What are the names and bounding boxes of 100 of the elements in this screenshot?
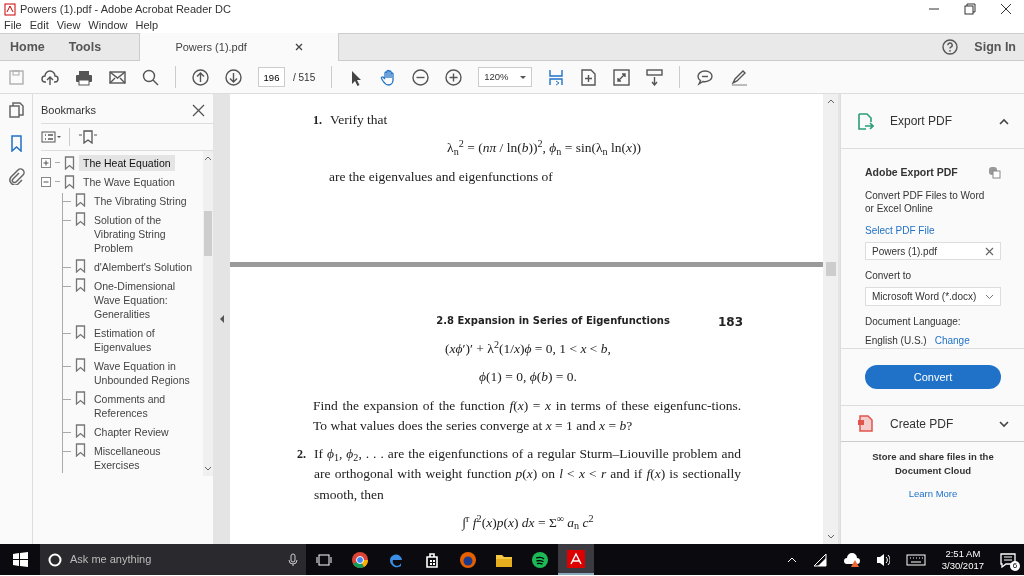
bookmark-icon [64, 155, 75, 170]
keyboard-icon[interactable] [905, 552, 926, 567]
bookmark-item[interactable]: One-Dimensional Wave Equation: Generalities [90, 277, 200, 322]
clock-time[interactable]: 2:51 AM [945, 547, 981, 560]
change-link[interactable]: Change [934, 333, 970, 348]
item-number: 2. [297, 446, 306, 463]
menu-item[interactable]: Window [88, 17, 128, 34]
page-number-field[interactable]: 196 [258, 67, 285, 87]
equation: (xϕ′)′ + λ$^{2}$(1/x)ϕ = 0, 1 < x < b, [445, 339, 611, 358]
section-heading: Adobe Export PDF [865, 165, 958, 180]
chrome-icon [351, 550, 369, 569]
speaker-icon[interactable] [875, 551, 890, 568]
bookmark-item[interactable]: Solution of the Vibrating String Problem [90, 211, 200, 256]
cloud-warning-icon[interactable] [842, 551, 860, 568]
bookmark-icon [75, 357, 86, 372]
pages-icon[interactable] [7, 102, 25, 119]
clock-date[interactable]: 3/30/2017 [941, 559, 984, 572]
create-pdf-icon [857, 415, 874, 432]
chevron-down-icon[interactable] [999, 420, 1009, 429]
nav-tab[interactable]: Home [0, 37, 59, 57]
zoom-in-icon[interactable] [445, 68, 463, 86]
equation: ϕ(1) = 0, ϕ(b) = 0. [479, 368, 577, 387]
task-view-icon[interactable] [316, 552, 332, 567]
help-icon[interactable] [942, 39, 959, 55]
firefox-icon [459, 550, 477, 569]
scrollbar-thumb[interactable] [204, 210, 212, 256]
expand-icon[interactable] [41, 157, 51, 168]
zoom-out-icon[interactable] [412, 68, 430, 86]
clear-icon[interactable] [985, 246, 994, 256]
microphone-icon[interactable] [288, 553, 298, 568]
bookmark-item[interactable]: Wave Equation in Unbounded Regions [90, 357, 200, 388]
notifications-icon[interactable] [1000, 552, 1016, 568]
bookmark-item[interactable]: The Vibrating String [90, 192, 200, 209]
ruler-arrow-icon[interactable] [646, 68, 664, 86]
pen-icon[interactable] [730, 68, 749, 86]
page-number: 183 [717, 314, 743, 331]
learn-more-link[interactable]: Learn More [908, 486, 958, 501]
chevron-up-icon[interactable] [999, 117, 1009, 126]
bookmark-icon [75, 390, 86, 405]
caret-up-icon[interactable] [786, 555, 797, 564]
close-icon[interactable] [294, 43, 303, 51]
scroll-down-icon[interactable] [204, 465, 212, 472]
paragraph: are the eigenvalues and eigenfunctions of [329, 167, 554, 186]
bookmark-item[interactable]: Comments and References [90, 390, 200, 421]
paperclip-icon[interactable] [7, 168, 25, 185]
zoom-dropdown[interactable]: 120% [478, 67, 533, 87]
comment-icon[interactable] [696, 68, 715, 86]
page-count: / 515 [293, 70, 316, 85]
shopping-bag-icon [423, 550, 441, 569]
panel-title[interactable]: Export PDF [890, 112, 952, 130]
description: Convert PDF Files to Word or Excel Online [865, 188, 986, 215]
taskbar-app[interactable] [558, 544, 594, 575]
convert-button[interactable]: Convert [865, 365, 1001, 389]
bookmark-expand-icon[interactable] [78, 128, 98, 145]
page-layout-icon[interactable] [548, 68, 565, 86]
exercise-text: Verify that [330, 111, 388, 129]
paragraph: Find the expansion of the function f(x) = x in terms of these eigenfunc-tions. To what values does the series converge at x = 1 and x = b? [313, 396, 741, 435]
menu-item[interactable]: View [56, 17, 81, 34]
bookmark-item[interactable]: The Heat Equation [79, 154, 175, 171]
bookmark-item[interactable]: Estimation of Eigenvalues [90, 324, 200, 355]
pdf-file-icon [4, 2, 16, 16]
sign-in-link[interactable]: Sign In [974, 37, 1016, 57]
mail-icon[interactable] [109, 68, 126, 86]
menu-item[interactable]: Help [135, 17, 159, 34]
bookmark-item[interactable]: Chapter Review [90, 423, 200, 440]
search-field[interactable]: Ask me anything [40, 544, 306, 575]
panel-title[interactable]: Create PDF [890, 414, 954, 433]
cloud-upload-icon[interactable] [41, 68, 59, 86]
file-field[interactable]: Powers (1).pdf [865, 241, 1001, 261]
close-icon[interactable] [1000, 3, 1012, 15]
scrollbar-thumb[interactable] [825, 262, 836, 276]
document-tab[interactable]: Powers (1).pdf [139, 33, 340, 61]
nav-tab[interactable]: Tools [58, 37, 116, 57]
cloud-message: Store and share files in the Document Cloud [871, 450, 995, 479]
full-screen-icon[interactable] [613, 68, 631, 86]
close-icon[interactable] [192, 103, 205, 117]
search-icon[interactable] [142, 68, 159, 86]
bookmark-item[interactable]: Miscellaneous Exercises [90, 442, 200, 473]
bookmark-item[interactable]: The Wave Equation [79, 173, 179, 190]
collapse-icon[interactable] [41, 176, 51, 187]
field-label: Convert to [865, 269, 913, 284]
equation: λ$_{n}$$^{2}$ = (nπ / ln(b))$^{2}$, ϕ$_{n}$ = sin(λ$_{n}$ ln(x)) [447, 138, 641, 159]
bookmark-icon [75, 192, 86, 207]
bookmark-item[interactable]: d'Alembert's Solution [90, 258, 200, 275]
menu-item[interactable]: File [4, 17, 22, 34]
restore-icon[interactable] [964, 3, 976, 15]
menu-item[interactable]: Edit [29, 17, 49, 34]
format-dropdown[interactable]: Microsoft Word (*.docx) [865, 287, 1001, 306]
windows-logo-icon[interactable] [12, 552, 28, 567]
section-header: 2.8 Expansion in Series of Eigenfunctions [436, 314, 670, 328]
scroll-up-icon[interactable] [826, 98, 835, 104]
scroll-down-icon[interactable] [826, 534, 835, 540]
scroll-up-icon[interactable] [204, 154, 212, 161]
hand-icon[interactable] [380, 68, 397, 86]
field-label: Select PDF File [865, 223, 936, 238]
panel-title: Bookmarks [41, 103, 97, 118]
options-icon[interactable] [41, 128, 61, 145]
bookmark-icon [75, 258, 86, 273]
collapse-left-icon[interactable] [218, 315, 225, 323]
print-icon[interactable] [75, 68, 93, 86]
